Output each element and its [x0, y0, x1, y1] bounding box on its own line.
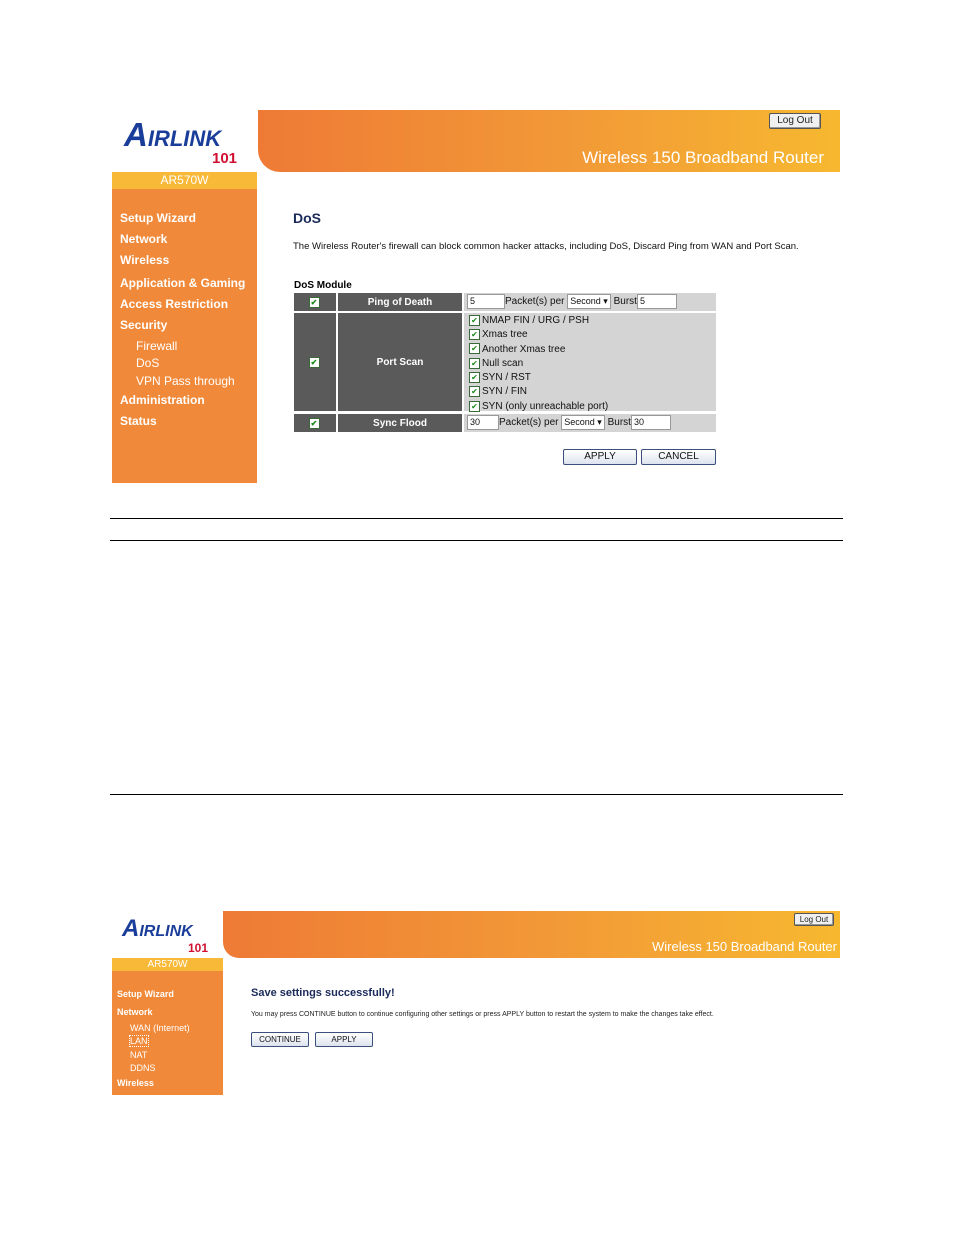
- nav-application-gaming[interactable]: Application & Gaming: [120, 276, 245, 290]
- divider: [110, 794, 843, 795]
- chevron-down-icon: ▾: [603, 295, 608, 306]
- model-bar: AR570W: [112, 172, 257, 189]
- sync-burst-input[interactable]: 30: [630, 414, 671, 430]
- apply-button[interactable]: APPLY: [563, 449, 637, 465]
- sync-packets-input[interactable]: 30: [467, 414, 499, 430]
- router-screenshot-save: AIRLINK 101 AR570W Setup Wizard Network W…: [112, 911, 840, 1095]
- nav-wireless[interactable]: Wireless: [120, 253, 169, 267]
- header-banner: Log Out Wireless 150 Broadband Router: [258, 110, 840, 172]
- sync-label: Sync Flood: [338, 414, 462, 432]
- portscan-enable-checkbox[interactable]: ✔: [308, 356, 320, 368]
- portscan-label: Port Scan: [338, 313, 462, 411]
- model-bar: AR570W: [112, 958, 223, 971]
- router-screenshot-dos: AIRLINK 101 AR570W Setup Wizard Network W…: [112, 110, 840, 483]
- nav-ddns[interactable]: DDNS: [130, 1063, 156, 1073]
- apply-button[interactable]: APPLY: [315, 1032, 373, 1047]
- chevron-down-icon: ▾: [597, 416, 602, 427]
- page-title: DoS: [293, 210, 321, 226]
- continue-button[interactable]: CONTINUE: [251, 1032, 309, 1047]
- banner-title: Wireless 150 Broadband Router: [582, 148, 824, 167]
- nav-administration[interactable]: Administration: [120, 393, 205, 407]
- header-banner: Log Out Wireless 150 Broadband Router: [223, 911, 840, 958]
- sync-unit-select[interactable]: Second ▾: [561, 414, 605, 430]
- ping-enable-cell: ✔: [294, 293, 336, 311]
- banner-title: Wireless 150 Broadband Router: [652, 939, 837, 954]
- ping-settings: 5 Packet(s) per Second ▾ Burst 5: [464, 293, 716, 311]
- option-label: Xmas tree: [482, 329, 528, 341]
- ping-packets-input[interactable]: 5: [467, 293, 505, 309]
- portscan-enable-cell: ✔: [294, 313, 336, 411]
- sidebar: Setup Wizard Network Wireless Applicatio…: [112, 189, 257, 483]
- ping-unit-select[interactable]: Second ▾: [567, 293, 611, 309]
- sync-enable-cell: ✔: [294, 414, 336, 432]
- burst-label: Burst: [613, 296, 637, 307]
- nav-lan[interactable]: LAN: [129, 1035, 149, 1047]
- sidebar: Setup Wizard Network WAN (Internet) LAN …: [112, 971, 223, 1095]
- option-checkbox[interactable]: ✔: [469, 372, 480, 384]
- nav-wan[interactable]: WAN (Internet): [130, 1023, 190, 1033]
- option-checkbox[interactable]: ✔: [469, 329, 480, 341]
- nav-setup-wizard[interactable]: Setup Wizard: [120, 211, 196, 225]
- option-checkbox[interactable]: ✔: [469, 357, 480, 369]
- option-checkbox[interactable]: ✔: [469, 386, 480, 398]
- save-title: Save settings successfully!: [251, 987, 395, 999]
- portscan-option[interactable]: ✔ Null scan: [469, 357, 716, 371]
- sync-enable-checkbox[interactable]: ✔: [308, 417, 320, 429]
- save-message: You may press CONTINUE button to continu…: [251, 1011, 714, 1018]
- dos-module-label: DoS Module: [294, 280, 352, 291]
- nav-vpn-pass-through[interactable]: VPN Pass through: [136, 374, 235, 388]
- portscan-option[interactable]: ✔ NMAP FIN / URG / PSH: [469, 314, 716, 328]
- logout-button[interactable]: Log Out: [794, 913, 834, 926]
- option-label: Another Xmas tree: [482, 343, 566, 355]
- option-label: SYN / RST: [482, 372, 531, 384]
- nav-security[interactable]: Security: [120, 318, 167, 332]
- ping-burst-input[interactable]: 5: [636, 293, 677, 309]
- portscan-option[interactable]: ✔ SYN / RST: [469, 371, 716, 385]
- nav-status[interactable]: Status: [120, 414, 157, 428]
- sync-settings: 30 Packet(s) per Second ▾ Burst 30: [464, 414, 716, 432]
- ping-enable-checkbox[interactable]: ✔: [308, 296, 320, 308]
- portscan-option[interactable]: ✔ Another Xmas tree: [469, 343, 716, 357]
- option-label: NMAP FIN / URG / PSH: [482, 315, 590, 326]
- nav-dos[interactable]: DoS: [136, 356, 159, 370]
- option-label: SYN / FIN: [482, 386, 528, 398]
- portscan-option[interactable]: ✔ Xmas tree: [469, 328, 716, 342]
- nav-wireless[interactable]: Wireless: [117, 1078, 154, 1088]
- portscan-option[interactable]: ✔ SYN / FIN: [469, 385, 716, 399]
- nav-network[interactable]: Network: [117, 1007, 153, 1017]
- option-label: Null scan: [482, 357, 524, 369]
- airlink-logo: AIRLINK 101: [122, 915, 209, 955]
- divider: [110, 518, 843, 519]
- nav-nat[interactable]: NAT: [130, 1050, 147, 1060]
- description: The Wireless Router's firewall can block…: [293, 241, 799, 252]
- ping-label: Ping of Death: [338, 293, 462, 311]
- portscan-option[interactable]: ✔ SYN (only unreachable port): [469, 400, 716, 414]
- logout-button[interactable]: Log Out: [769, 113, 821, 129]
- nav-setup-wizard[interactable]: Setup Wizard: [117, 989, 174, 999]
- nav-access-restriction[interactable]: Access Restriction: [120, 297, 228, 311]
- nav-firewall[interactable]: Firewall: [136, 339, 177, 353]
- divider: [110, 540, 843, 541]
- cancel-button[interactable]: CANCEL: [641, 449, 716, 465]
- airlink-logo: AIRLINK 101: [124, 116, 238, 167]
- per-label: Packet(s) per: [505, 296, 565, 307]
- option-label: SYN (only unreachable port): [482, 400, 609, 412]
- option-checkbox[interactable]: ✔: [469, 343, 480, 355]
- burst-label: Burst: [607, 417, 631, 428]
- portscan-options: ✔ NMAP FIN / URG / PSH ✔ Xmas tree ✔ Another …: [464, 313, 716, 414]
- nav-network[interactable]: Network: [120, 232, 167, 246]
- option-checkbox[interactable]: ✔: [469, 314, 480, 326]
- option-checkbox[interactable]: ✔: [469, 400, 480, 412]
- per-label: Packet(s) per: [499, 417, 559, 428]
